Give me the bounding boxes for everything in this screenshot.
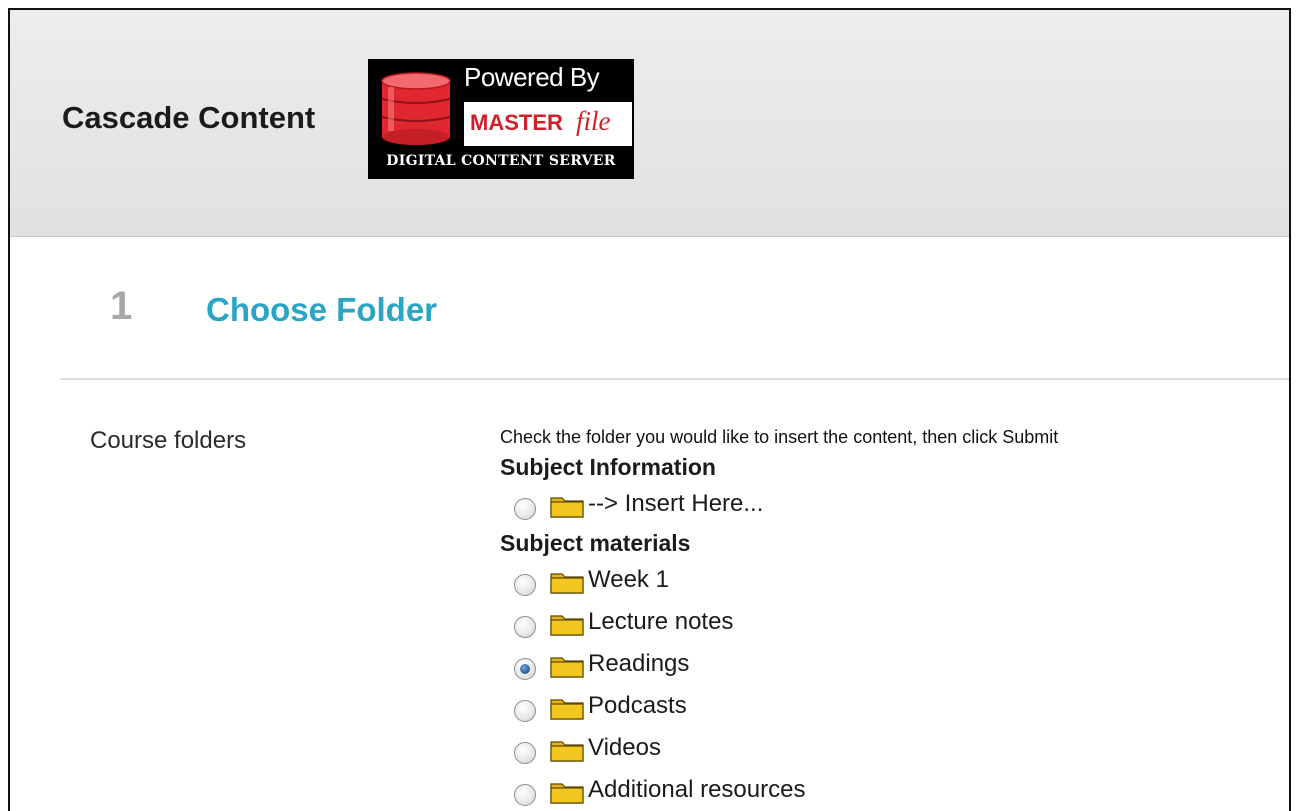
folder-option-label: Readings [588,650,690,677]
logo-brand: MASTER file [464,102,632,146]
folder-option-insert-here[interactable]: --> Insert Here... [500,484,1058,526]
folder-option-label: Lecture notes [588,608,734,635]
folder-icon [550,741,584,762]
folder-option-podcasts[interactable]: Podcasts [500,686,1058,728]
folder-option-label: Additional resources [588,776,806,803]
folder-option-label: Videos [588,734,661,761]
database-icon [381,72,451,145]
logo-brand-script: file [576,106,611,136]
folder-option-label: Podcasts [588,692,687,719]
folder-option-label: Week 1 [588,566,669,593]
folder-radio[interactable] [514,616,536,638]
folder-radio[interactable] [514,784,536,806]
folder-radio-selected[interactable] [514,658,536,680]
folder-radio[interactable] [514,574,536,596]
header: Cascade Content Powered By MASTER file D… [10,10,1289,237]
folder-option-label: --> Insert Here... [588,490,764,517]
masterfile-logo: Powered By MASTER file DIGITAL CONTENT S… [368,59,634,179]
radio-selected-dot [520,664,530,674]
page-frame: Cascade Content Powered By MASTER file D… [8,8,1291,811]
folder-icon [550,573,584,594]
folder-chooser: Check the folder you would like to inser… [500,424,1058,811]
folder-option-videos[interactable]: Videos [500,728,1058,770]
folder-radio[interactable] [514,498,536,520]
logo-brand-main: MASTER [470,110,563,135]
folder-radio[interactable] [514,742,536,764]
logo-powered-by: Powered By [464,62,600,92]
step-title: Choose Folder [206,291,438,328]
app-title: Cascade Content [62,100,316,135]
folder-option-lecture-notes[interactable]: Lecture notes [500,602,1058,644]
section-divider [60,378,1289,380]
logo-subtitle: DIGITAL CONTENT SERVER [386,153,616,169]
folder-icon [550,783,584,804]
folder-icon [550,657,584,678]
step-number: 1 [110,284,133,328]
folder-option-week-1[interactable]: Week 1 [500,560,1058,602]
folder-option-additional-resources[interactable]: Additional resources [500,770,1058,811]
group-heading-subject-materials: Subject materials [500,530,691,556]
folder-icon [550,699,584,720]
folder-icon [550,497,584,518]
folder-radio[interactable] [514,700,536,722]
course-folders-label: Course folders [90,427,247,454]
folder-icon [550,615,584,636]
instructions-text: Check the folder you would like to inser… [500,427,1059,447]
folder-option-readings[interactable]: Readings [500,644,1058,686]
group-heading-subject-information: Subject Information [500,454,716,480]
